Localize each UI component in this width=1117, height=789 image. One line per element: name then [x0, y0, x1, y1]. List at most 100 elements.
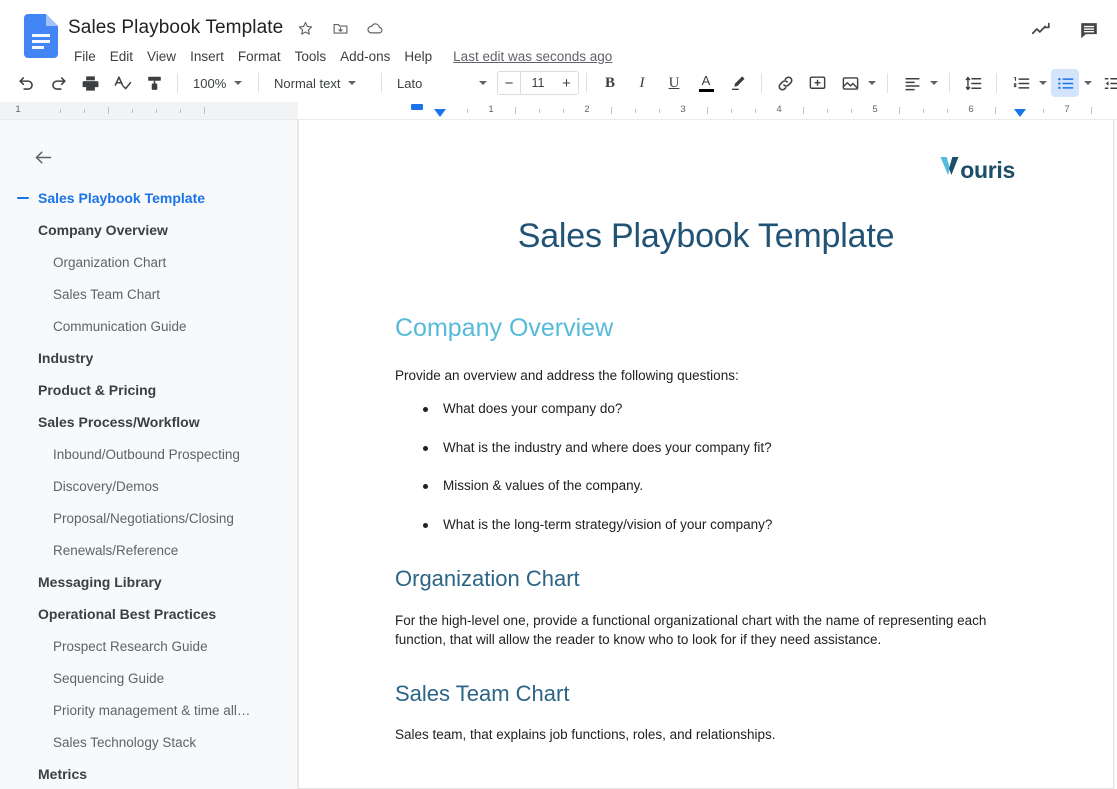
menu-item-file[interactable]: File — [67, 47, 103, 66]
menu-item-tools[interactable]: Tools — [288, 47, 334, 66]
outline-item-label: Sales Team Chart — [53, 286, 161, 302]
highlight-pen-icon[interactable] — [724, 69, 752, 97]
outline-item-label: Communication Guide — [53, 318, 187, 334]
increase-font-size-button[interactable]: + — [555, 71, 579, 95]
paint-format-icon[interactable] — [140, 69, 168, 97]
insert-link-icon[interactable] — [771, 69, 799, 97]
align-icon[interactable] — [898, 69, 926, 97]
decrease-indent-icon[interactable] — [1098, 69, 1117, 97]
ruler-number: 2 — [584, 104, 590, 115]
outline-item-metrics[interactable]: Metrics — [0, 758, 297, 789]
document-ruler[interactable]: 1 1 2 3 4 5 6 7 — [0, 102, 1117, 120]
move-to-folder-icon[interactable] — [327, 15, 353, 41]
bold-button[interactable]: B — [596, 69, 624, 97]
list-item: What is the long-term strategy/vision of… — [395, 516, 1017, 535]
font-size-input[interactable]: 11 — [521, 71, 555, 95]
collapse-minus-icon[interactable] — [17, 197, 29, 199]
insert-image-icon[interactable] — [836, 69, 864, 97]
outline-item-label: Industry — [38, 350, 94, 366]
paragraph-style-dropdown[interactable]: Normal text — [266, 69, 374, 97]
outline-item-product-pricing[interactable]: Product & Pricing — [0, 374, 297, 406]
activity-dashboard-icon[interactable] — [1023, 12, 1059, 48]
spellcheck-icon[interactable] — [108, 69, 136, 97]
chevron-down-icon — [868, 81, 876, 85]
outline-item-priority-management[interactable]: Priority management & time all… — [0, 694, 297, 726]
toolbar-separator — [949, 73, 950, 93]
cloud-saved-icon[interactable] — [362, 15, 388, 41]
star-icon[interactable] — [292, 15, 318, 41]
vouris-logo: ouris — [940, 154, 1015, 182]
outline-item-messaging-library[interactable]: Messaging Library — [0, 566, 297, 598]
redo-icon[interactable] — [44, 69, 72, 97]
outline-item-sales-technology-stack[interactable]: Sales Technology Stack — [0, 726, 297, 758]
add-comment-icon[interactable] — [803, 69, 831, 97]
menu-item-format[interactable]: Format — [231, 47, 288, 66]
toolbar-separator — [761, 73, 762, 93]
outline-item-label: Company Overview — [38, 222, 168, 238]
docs-file-icon[interactable] — [24, 14, 58, 58]
page-title[interactable]: Sales Playbook Template — [68, 17, 283, 39]
bold-label: B — [604, 74, 615, 91]
align-dropdown[interactable] — [895, 69, 942, 97]
outline-item-sales-team-chart[interactable]: Sales Team Chart — [0, 278, 297, 310]
text-color-button[interactable]: A — [692, 69, 720, 97]
toolbar-separator — [996, 73, 997, 93]
outline-item-company-overview[interactable]: Company Overview — [0, 214, 297, 246]
comment-history-icon[interactable] — [1071, 12, 1107, 48]
outline-item-inbound-outbound-prospecting[interactable]: Inbound/Outbound Prospecting — [0, 438, 297, 470]
outline-item-discovery-demos[interactable]: Discovery/Demos — [0, 470, 297, 502]
title-block: Sales Playbook Template File Edit View I… — [68, 8, 1105, 68]
outline-item-sequencing-guide[interactable]: Sequencing Guide — [0, 662, 297, 694]
ruler-number: 4 — [776, 104, 782, 115]
print-icon[interactable] — [76, 69, 104, 97]
chevron-down-icon — [348, 81, 357, 85]
underline-button[interactable]: U — [660, 69, 688, 97]
outline-item-label: Organization Chart — [53, 254, 167, 270]
outline-item-label: Proposal/Negotiations/Closing — [53, 510, 234, 526]
document-page[interactable]: ouris Sales Playbook Template Company Ov… — [298, 120, 1114, 789]
italic-button[interactable]: I — [628, 69, 656, 97]
ruler-page-area[interactable]: 1 2 3 4 5 6 7 — [298, 102, 1114, 119]
left-indent-bar-marker[interactable] — [411, 104, 423, 110]
menu-item-view[interactable]: View — [140, 47, 183, 66]
menu-item-edit[interactable]: Edit — [103, 47, 140, 66]
outline-item-renewals-reference[interactable]: Renewals/Reference — [0, 534, 297, 566]
bulleted-list-dropdown[interactable] — [1051, 69, 1096, 97]
menu-item-insert[interactable]: Insert — [183, 47, 231, 66]
menu-item-help[interactable]: Help — [397, 47, 439, 66]
outline-item-prospect-research-guide[interactable]: Prospect Research Guide — [0, 630, 297, 662]
font-family-dropdown[interactable]: Lato — [389, 69, 493, 97]
formatting-toolbar: 100% Normal text Lato − 11 + B I U A — [0, 64, 1117, 102]
menu-item-add-ons[interactable]: Add-ons — [333, 47, 397, 66]
zoom-dropdown[interactable]: 100% — [185, 69, 251, 97]
bulleted-list-icon[interactable] — [1051, 69, 1079, 97]
line-spacing-icon[interactable] — [959, 69, 987, 97]
decrease-font-size-button[interactable]: − — [497, 71, 521, 95]
toolbar-separator — [258, 73, 259, 93]
outline-item-label: Prospect Research Guide — [53, 638, 208, 654]
outline-item-label: Sales Process/Workflow — [38, 414, 200, 430]
outline-item-operational-best-practices[interactable]: Operational Best Practices — [0, 598, 297, 630]
last-edit-status[interactable]: Last edit was seconds ago — [453, 49, 612, 64]
heading-organization-chart: Organization Chart — [395, 566, 580, 592]
outline-item-organization-chart[interactable]: Organization Chart — [0, 246, 297, 278]
undo-icon[interactable] — [12, 69, 40, 97]
outline-item-communication-guide[interactable]: Communication Guide — [0, 310, 297, 342]
heading-sales-team-chart: Sales Team Chart — [395, 680, 570, 706]
first-line-indent-marker[interactable] — [434, 109, 446, 117]
ruler-number: 3 — [680, 104, 686, 115]
ruler-number: 1 — [15, 104, 21, 115]
right-indent-marker[interactable] — [1014, 109, 1026, 117]
outline-item-proposal-negotiations-closing[interactable]: Proposal/Negotiations/Closing — [0, 502, 297, 534]
header-right-actions — [1023, 12, 1107, 48]
back-arrow-icon[interactable] — [26, 140, 60, 174]
ruler-left-margin: 1 — [0, 102, 298, 119]
numbered-list-icon[interactable] — [1007, 69, 1035, 97]
chevron-down-icon — [234, 81, 243, 85]
outline-item-sales-playbook-template[interactable]: Sales Playbook Template — [0, 182, 297, 214]
font-size-stepper: − 11 + — [497, 71, 579, 95]
outline-item-industry[interactable]: Industry — [0, 342, 297, 374]
insert-image-dropdown[interactable] — [833, 69, 880, 97]
outline-item-sales-process-workflow[interactable]: Sales Process/Workflow — [0, 406, 297, 438]
numbered-list-dropdown[interactable] — [1004, 69, 1051, 97]
